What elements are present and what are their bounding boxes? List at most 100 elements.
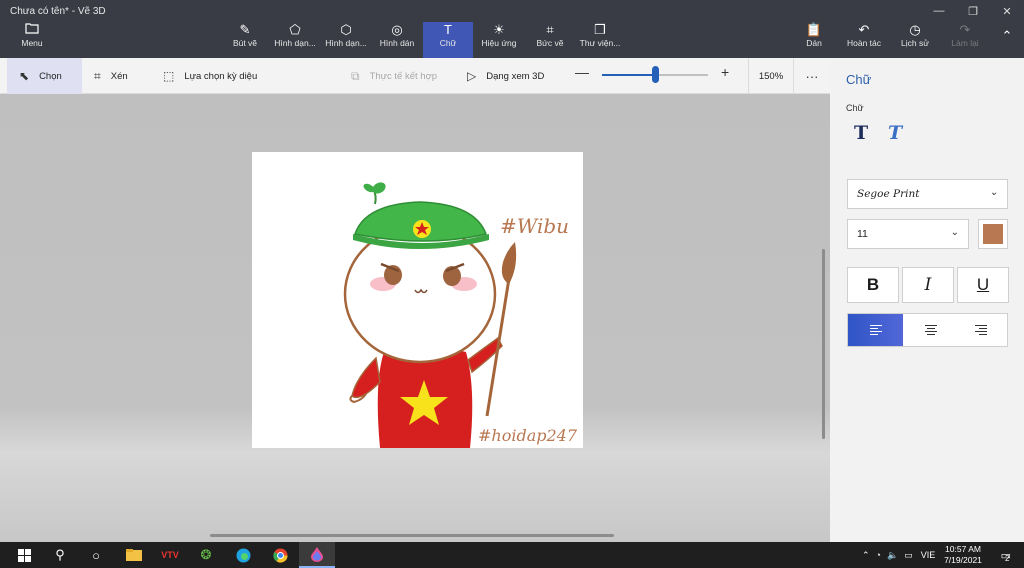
magic-select-icon: ⬚ xyxy=(163,69,175,83)
3d-view-icon: ▷ xyxy=(467,69,477,83)
chevron-down-icon: ⌄ xyxy=(989,187,998,198)
windows-taskbar: ⚲ ○ VTV ❂ ⌃ ◔ 🔈 ▭ VIE 10:57 AM 7/19/2021… xyxy=(0,542,1024,568)
leaf-app-icon: ❂ xyxy=(200,547,212,562)
tab-label: Hiệu ứng xyxy=(481,38,517,48)
notification-count: 2 xyxy=(1004,553,1010,563)
tab-2d-shapes[interactable]: ⬠ Hình dạn... xyxy=(270,22,320,58)
volume-icon[interactable]: 🔈 xyxy=(887,550,898,561)
paint-3d-icon xyxy=(311,546,323,562)
chrome-icon xyxy=(272,548,288,563)
file-explorer-button[interactable] xyxy=(116,542,152,568)
undo-icon: ↶ xyxy=(858,22,870,37)
zoom-value[interactable]: 150% xyxy=(748,58,794,94)
brush-icon: ✎ xyxy=(239,22,251,37)
window-controls: — ❐ ✕ xyxy=(922,0,1024,22)
tab-canvas[interactable]: ⌗ Bức vẽ xyxy=(526,22,574,58)
tab-library[interactable]: ❒ Thư viện... xyxy=(576,22,624,58)
crop-tool[interactable]: ⌗ Xén xyxy=(94,58,128,94)
paste-button[interactable]: 📋 Dán xyxy=(797,22,831,58)
font-family-select[interactable]: Segoe Print ⌄ xyxy=(847,179,1008,209)
title-ribbon-bar: Chưa có tên* - Vẽ 3D — ❐ ✕ Menu ✎ Bút vẽ… xyxy=(0,0,1024,58)
search-button[interactable]: ⚲ xyxy=(42,542,78,568)
tab-effects[interactable]: ☀ Hiệu ứng xyxy=(475,22,523,58)
zoom-out-button[interactable]: — xyxy=(575,64,589,80)
text-color-button[interactable] xyxy=(978,219,1008,249)
3d-view-label: Dạng xem 3D xyxy=(486,70,545,82)
vertical-scrollbar[interactable] xyxy=(822,249,825,439)
tab-3d-shapes[interactable]: ⬡ Hình dạn... xyxy=(322,22,370,58)
history-button[interactable]: ◷ Lịch sử xyxy=(895,22,935,58)
text-icon: T xyxy=(444,22,452,37)
align-right-icon xyxy=(974,325,987,335)
zoom-slider-fill xyxy=(602,74,655,76)
3d-view-tool[interactable]: ▷ Dạng xem 3D xyxy=(467,58,544,94)
close-button[interactable]: ✕ xyxy=(990,0,1024,22)
paint-3d-window: Chưa có tên* - Vẽ 3D — ❐ ✕ Menu ✎ Bút vẽ… xyxy=(0,0,1024,542)
wifi-icon[interactable]: ◔ xyxy=(876,550,881,560)
tab-brushes[interactable]: ✎ Bút vẽ xyxy=(222,22,268,58)
3d-shapes-icon: ⬡ xyxy=(340,22,352,37)
paint-3d-taskbar-button[interactable] xyxy=(299,542,335,568)
align-right-button[interactable] xyxy=(953,314,1008,346)
maximize-button[interactable]: ❐ xyxy=(956,0,990,22)
tab-label: Thư viện... xyxy=(579,38,621,48)
chevron-up-icon[interactable]: ⌃ xyxy=(862,550,870,561)
clock-date: 7/19/2021 xyxy=(944,555,982,565)
font-size-select[interactable]: 11 ⌄ xyxy=(847,219,969,249)
mixed-reality-label: Thực tế kết hợp xyxy=(369,70,438,82)
align-center-button[interactable] xyxy=(903,314,958,346)
chevron-up-icon: ⌃ xyxy=(1001,28,1013,43)
tab-label: Bút vẽ xyxy=(232,38,258,48)
tab-stickers[interactable]: ◎ Hình dán xyxy=(373,22,421,58)
menu-label: Menu xyxy=(21,38,43,48)
tab-label: Hình dán xyxy=(379,38,415,48)
2d-text-button[interactable]: T xyxy=(854,122,868,144)
system-clock[interactable]: 10:57 AM 7/19/2021 xyxy=(936,544,990,566)
mixed-reality-tool[interactable]: ⧉ Thực tế kết hợp xyxy=(351,58,437,94)
task-view-button[interactable]: ○ xyxy=(78,542,114,568)
tab-label: Bức vẽ xyxy=(536,38,564,48)
watermark-text: #hoidap247 xyxy=(478,426,578,445)
zoom-in-button[interactable]: + xyxy=(721,64,729,80)
tab-text[interactable]: T Chữ xyxy=(423,22,473,58)
task-view-icon: ○ xyxy=(92,547,100,563)
battery-icon[interactable]: ▭ xyxy=(904,550,913,561)
color-swatch xyxy=(983,224,1003,244)
minimize-button[interactable]: — xyxy=(922,0,956,22)
underline-button[interactable]: U xyxy=(957,267,1009,303)
start-button[interactable] xyxy=(6,542,42,568)
drawing-canvas[interactable]: #Wibu #hoidap247 xyxy=(252,152,583,448)
notifications-button[interactable]: ▭ 2 xyxy=(990,542,1020,568)
history-icon: ◷ xyxy=(909,22,921,37)
select-label: Chọn xyxy=(39,70,62,82)
undo-label: Hoàn tác xyxy=(846,38,882,48)
select-tool[interactable]: ⬉ Chọn xyxy=(7,58,82,94)
secondary-toolbar: ⬉ Chọn ⌗ Xén ⬚ Lựa chọn kỳ diệu ⧉ Thực t… xyxy=(0,58,830,94)
undo-button[interactable]: ↶ Hoàn tác xyxy=(840,22,888,58)
green-app-button[interactable]: ❂ xyxy=(188,542,224,568)
magic-select-tool[interactable]: ⬚ Lựa chọn kỳ diệu xyxy=(163,58,257,94)
folder-icon xyxy=(126,549,142,561)
redo-button[interactable]: ↷ Làm lại xyxy=(944,22,986,58)
more-options-button[interactable]: ··· xyxy=(796,58,828,94)
clock-time: 10:57 AM xyxy=(945,544,981,554)
panel-sublabel: Chữ xyxy=(846,103,864,113)
effects-icon: ☀ xyxy=(493,22,505,37)
collapse-ribbon-button[interactable]: ⌃ xyxy=(996,22,1018,58)
bold-button[interactable]: B xyxy=(847,267,899,303)
chrome-button[interactable] xyxy=(262,542,298,568)
mixed-reality-icon: ⧉ xyxy=(351,68,360,83)
horizontal-scrollbar[interactable] xyxy=(210,534,614,537)
menu-button[interactable]: Menu xyxy=(10,22,54,58)
vtv-app-button[interactable]: VTV xyxy=(152,542,188,568)
font-size-value: 11 xyxy=(857,228,868,240)
paste-icon: 📋 xyxy=(805,22,823,37)
3d-text-button[interactable]: T xyxy=(888,122,902,144)
windows-logo-icon xyxy=(17,548,31,562)
language-indicator[interactable]: VIE xyxy=(921,550,936,560)
vtv-icon: VTV xyxy=(161,550,179,560)
align-left-button[interactable] xyxy=(848,314,903,346)
edge-button[interactable] xyxy=(225,542,261,568)
zoom-slider-thumb[interactable] xyxy=(652,66,659,83)
italic-button[interactable]: I xyxy=(902,267,954,303)
